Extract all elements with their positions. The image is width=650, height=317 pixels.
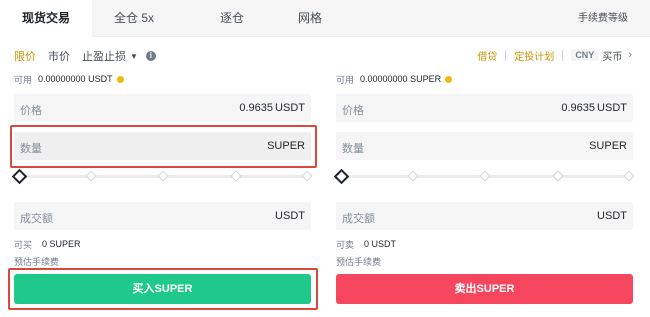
slider-handle[interactable] — [11, 168, 28, 185]
chevron-down-icon[interactable]: ▼ — [130, 52, 138, 61]
tab-isolated-margin[interactable]: 逐仓 — [212, 0, 252, 37]
trading-tab-bar: 现货交易 全仓 5x 逐仓 网格 手续费等级 — [0, 0, 650, 38]
buy-amount-slider[interactable] — [11, 165, 313, 187]
tab-spot-trading[interactable]: 现货交易 — [0, 0, 92, 38]
max-buy-row: 可买 0 SUPER — [14, 238, 311, 250]
buy-total-input[interactable]: 成交额 USDT — [14, 202, 311, 230]
available-value: 0.00000000 SUPER — [360, 74, 442, 84]
estimated-fee-label: 预估手续费 — [14, 257, 60, 267]
buy-price-input[interactable]: 价格 0.9635 USDT — [14, 94, 311, 122]
sell-price-input[interactable]: 价格 0.9635 USDT — [336, 94, 633, 122]
available-balance: 可用 0.00000000 USDT — [14, 72, 311, 86]
quantity-highlight-box — [10, 125, 317, 168]
available-label: 可用 — [14, 74, 33, 85]
buy-crypto-link[interactable]: 买币 — [602, 48, 622, 63]
price-unit: USDT — [597, 102, 627, 114]
buy-button-highlight-box — [8, 268, 318, 310]
slider-handle[interactable] — [333, 168, 350, 185]
available-balance: 可用 0.00000000 SUPER — [336, 72, 633, 86]
divider — [505, 49, 507, 61]
order-type-market[interactable]: 市价 — [48, 48, 70, 64]
slider-step-50[interactable] — [479, 170, 491, 182]
top-right-links: 借贷 定投计划 CNY 买币 › — [477, 47, 632, 63]
max-sell-row: 可卖 0 USDT — [336, 238, 633, 250]
order-type-selector: 限价 市价 止盈止损 ▼ i — [14, 48, 156, 64]
available-label: 可用 — [336, 74, 355, 85]
info-icon[interactable]: i — [145, 51, 156, 61]
slider-step-100[interactable] — [301, 170, 313, 182]
sell-quantity-input[interactable]: 数量 SUPER — [336, 132, 633, 160]
max-sell-value: 0 USDT — [364, 239, 397, 249]
total-unit: USDT — [275, 210, 305, 222]
tab-grid[interactable]: 网格 — [290, 0, 330, 37]
sell-panel: 可用 0.00000000 SUPER 价格 0.9635 USDT 数量 SU… — [333, 72, 635, 267]
available-value: 0.00000000 USDT — [38, 74, 113, 84]
slider-step-50[interactable] — [157, 170, 169, 182]
price-label: 价格 — [342, 105, 364, 117]
slider-step-75[interactable] — [552, 170, 564, 182]
total-label: 成交额 — [342, 213, 375, 225]
price-value: 0.9635 — [561, 102, 595, 114]
total-label: 成交额 — [20, 213, 53, 225]
deposit-icon[interactable] — [445, 75, 453, 83]
price-unit: USDT — [275, 102, 305, 114]
slider-step-25[interactable] — [407, 170, 419, 182]
deposit-icon[interactable] — [116, 75, 124, 83]
fee-level-link[interactable]: 手续费等级 — [578, 0, 628, 37]
total-unit: USDT — [597, 210, 627, 222]
buy-panel: 可用 0.00000000 USDT 价格 0.9635 USDT 数量 SUP… — [11, 72, 313, 267]
max-buy-value: 0 SUPER — [42, 239, 81, 249]
sell-total-input[interactable]: 成交额 USDT — [336, 202, 633, 230]
borrow-link[interactable]: 借贷 — [477, 48, 497, 63]
divider — [562, 49, 564, 61]
tab-cross-margin[interactable]: 全仓 5x — [110, 0, 158, 37]
price-value: 0.9635 — [239, 102, 273, 114]
currency-badge: CNY — [571, 49, 599, 61]
slider-step-100[interactable] — [623, 170, 635, 182]
slider-step-75[interactable] — [230, 170, 242, 182]
recurring-plan-link[interactable]: 定投计划 — [514, 48, 554, 63]
chevron-right-icon[interactable]: › — [628, 49, 632, 61]
estimated-fee-label: 预估手续费 — [336, 257, 382, 267]
max-buy-label: 可买 — [14, 239, 33, 250]
max-sell-label: 可卖 — [336, 239, 355, 250]
quantity-label: 数量 — [342, 143, 364, 155]
sell-button[interactable]: 卖出SUPER — [336, 274, 633, 304]
quantity-unit: SUPER — [589, 140, 627, 152]
price-label: 价格 — [20, 105, 42, 117]
order-type-stop-limit[interactable]: 止盈止损 — [82, 48, 126, 64]
order-type-limit[interactable]: 限价 — [14, 48, 36, 64]
sell-amount-slider[interactable] — [333, 165, 635, 187]
slider-step-25[interactable] — [85, 170, 97, 182]
